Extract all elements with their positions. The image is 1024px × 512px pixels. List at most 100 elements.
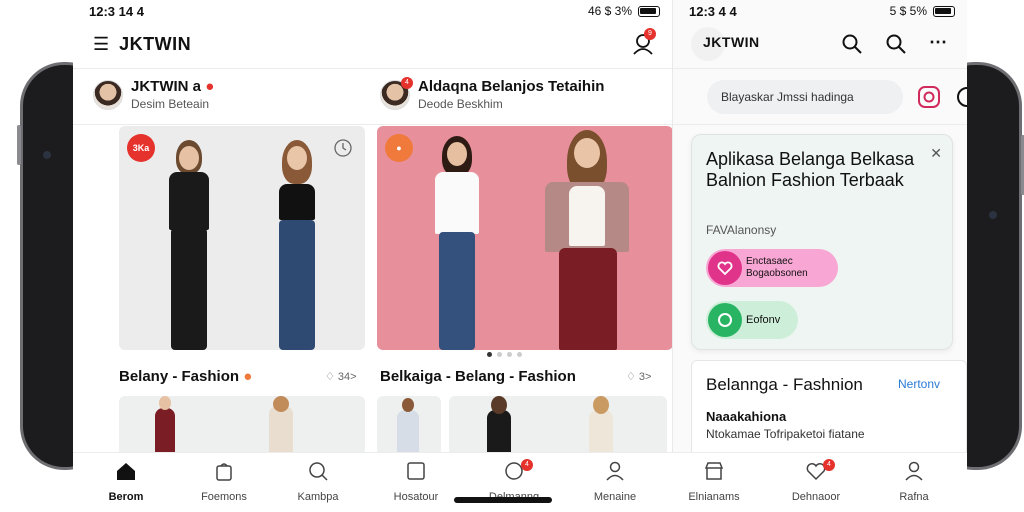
story-row: JKTWIN a ● Desim Beteain 4 Aldaqna Belan… bbox=[73, 70, 672, 124]
status-indicators: 5 $ 5% bbox=[890, 4, 955, 18]
brand-logo: JKTWIN bbox=[119, 33, 192, 54]
notification-badge: 9 bbox=[644, 28, 656, 40]
tab-hosatour[interactable]: Hosatour bbox=[371, 459, 461, 503]
info-card-link[interactable]: Nertonv bbox=[898, 377, 940, 391]
card-title[interactable]: Belkaiga - Belang - Fashion bbox=[380, 368, 576, 385]
story-subtitle: Desim Beteain bbox=[131, 97, 210, 111]
close-icon[interactable]: ✕ bbox=[930, 145, 942, 162]
tab-label: Hosatour bbox=[393, 491, 439, 503]
home-icon bbox=[117, 463, 135, 480]
search-icon[interactable] bbox=[885, 33, 907, 55]
tab-berom[interactable]: Berom bbox=[81, 459, 171, 503]
info-card: Belannga - Fashnion Nertonv Naaakahiona … bbox=[691, 360, 967, 456]
model-figure bbox=[257, 140, 337, 350]
home-indicator bbox=[454, 497, 552, 503]
story-badge: 4 bbox=[401, 76, 413, 89]
status-bar: 12:3 14 4 46 $ 3% bbox=[73, 0, 672, 22]
tab-foemons[interactable]: Foemons bbox=[179, 459, 269, 503]
heart-icon bbox=[708, 251, 742, 285]
store-icon bbox=[704, 462, 724, 480]
battery-icon bbox=[933, 5, 955, 17]
secondary-action-button[interactable]: Eofonv bbox=[706, 301, 798, 339]
status-time: 12:3 14 4 bbox=[89, 3, 144, 19]
product-thumbnail[interactable] bbox=[377, 396, 441, 456]
carousel-dot[interactable] bbox=[487, 352, 492, 357]
product-thumbnail[interactable] bbox=[449, 396, 667, 456]
share-icon[interactable] bbox=[955, 85, 967, 109]
more-icon[interactable]: ⋯ bbox=[929, 32, 947, 53]
user-icon bbox=[606, 461, 624, 481]
avatar bbox=[93, 79, 123, 110]
info-card-title: Belannga - Fashnion bbox=[706, 375, 863, 394]
tab-dehnaoor[interactable]: 4 Dehnaoor bbox=[771, 459, 861, 503]
secondary-button-label: Eofonv bbox=[746, 314, 781, 326]
story-item[interactable]: 4 Aldaqna Belanjos Tetaihin Deode Beskhi… bbox=[380, 76, 605, 111]
check-circle-icon bbox=[708, 303, 742, 337]
side-screen: 12:3 4 4 5 $ 5% JKTWIN ⋯ Blayaskar Jmssi… bbox=[673, 0, 967, 512]
primary-button-label: Enctasaec Bogaobsonen bbox=[746, 256, 808, 279]
tab-kambpa[interactable]: Kambpa bbox=[273, 459, 363, 503]
info-card-heading: Naaakahiona bbox=[706, 409, 787, 424]
status-bar: 12:3 4 4 5 $ 5% bbox=[673, 0, 967, 22]
model-figure bbox=[417, 136, 497, 350]
tab-badge: 4 bbox=[521, 459, 533, 471]
app-header: ☰ JKTWIN 9 bbox=[73, 22, 672, 66]
menu-icon[interactable]: ☰ bbox=[93, 34, 109, 55]
header-divider bbox=[73, 68, 672, 69]
profile-icon bbox=[905, 461, 923, 481]
carousel-dot[interactable] bbox=[507, 352, 512, 357]
carousel-dot[interactable] bbox=[517, 352, 522, 357]
card-title[interactable]: Belany - Fashion ● bbox=[119, 368, 252, 385]
tab-badge: 4 bbox=[823, 459, 835, 471]
camera-icon bbox=[43, 151, 51, 159]
side-brand: JKTWIN bbox=[703, 34, 760, 50]
promo-title: Aplikasa Belanga Belkasa Balnion Fashion… bbox=[706, 149, 915, 190]
model-figure bbox=[149, 140, 229, 350]
carousel-dot[interactable] bbox=[497, 352, 502, 357]
promo-card: ✕ Aplikasa Belanga Belkasa Balnion Fashi… bbox=[691, 134, 953, 350]
tab-label: Kambpa bbox=[297, 491, 339, 503]
story-subtitle: Deode Beskhim bbox=[418, 97, 503, 111]
story-name: JKTWIN a ● bbox=[131, 78, 215, 95]
tab-rafna[interactable]: Rafna bbox=[869, 459, 959, 503]
product-image[interactable]: 3Ka bbox=[119, 126, 365, 350]
card-meta: ♢ 34> bbox=[325, 371, 357, 383]
status-indicators: 46 $ 3% bbox=[588, 4, 660, 18]
bag-icon bbox=[216, 463, 232, 481]
info-card-text: Ntokamae Tofripaketoi fiatane bbox=[706, 427, 865, 441]
tab-label: Rafna bbox=[899, 491, 929, 503]
model-figure bbox=[527, 130, 647, 350]
main-screen: 12:3 14 4 46 $ 3% ☰ JKTWIN 9 JKTWIN a ● … bbox=[73, 0, 673, 512]
search-icon[interactable] bbox=[841, 33, 863, 55]
tab-menaine[interactable]: Menaine bbox=[570, 459, 660, 503]
phone-button bbox=[17, 125, 21, 165]
side-divider bbox=[673, 124, 967, 125]
carousel-dots[interactable] bbox=[487, 352, 522, 357]
tab-elnianams[interactable]: Elnianams bbox=[669, 459, 759, 503]
battery-icon bbox=[638, 5, 660, 17]
tab-label: Foemons bbox=[201, 491, 247, 503]
promo-subtitle: FAVAlanonsy bbox=[706, 223, 777, 237]
story-name: Aldaqna Belanjos Tetaihin bbox=[418, 78, 605, 95]
search-input[interactable]: Blayaskar Jmssi hadinga bbox=[707, 80, 903, 114]
bottom-tab-bar: BeromFoemonsKambpaHosatour4DelmanngMenai… bbox=[73, 452, 967, 512]
sale-tag: ● bbox=[385, 134, 413, 162]
product-image[interactable]: ● bbox=[377, 126, 672, 350]
tab-label: Menaine bbox=[593, 491, 637, 503]
tab-label: Berom bbox=[108, 491, 144, 503]
avatar: 4 bbox=[380, 76, 413, 110]
box-icon bbox=[407, 462, 425, 480]
primary-action-button[interactable]: Enctasaec Bogaobsonen bbox=[706, 249, 838, 287]
signal-text: 5 $ 5% bbox=[889, 4, 927, 18]
side-header: JKTWIN ⋯ bbox=[673, 22, 967, 66]
camera-icon bbox=[989, 211, 997, 219]
story-item[interactable]: JKTWIN a ● Desim Beteain bbox=[93, 78, 214, 111]
signal-text: 46 $ 3% bbox=[587, 4, 632, 18]
search-icon bbox=[309, 462, 328, 481]
instagram-icon[interactable] bbox=[917, 85, 941, 109]
tab-label: Elnianams bbox=[688, 491, 740, 503]
side-header-divider bbox=[673, 68, 967, 69]
product-thumbnail[interactable] bbox=[119, 396, 365, 456]
tab-label: Dehnaoor bbox=[791, 491, 841, 503]
status-time: 12:3 4 4 bbox=[689, 3, 737, 19]
